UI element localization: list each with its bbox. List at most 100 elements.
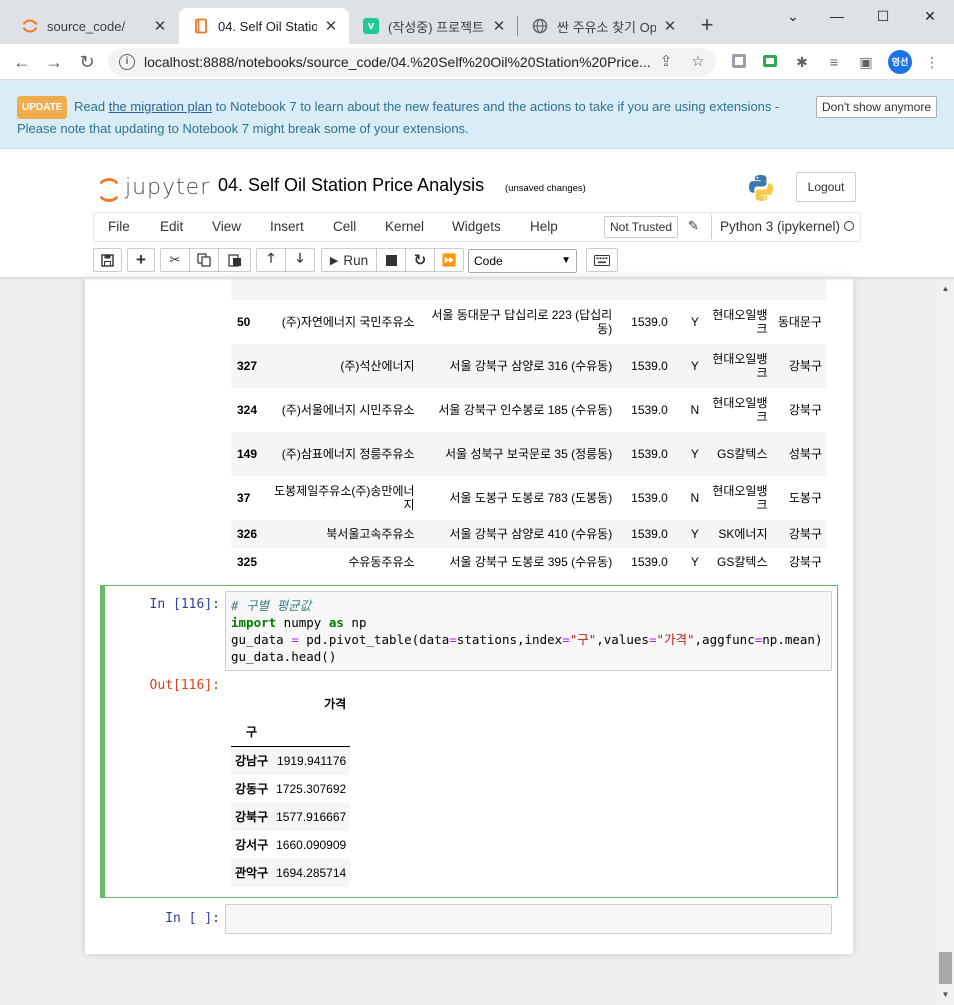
update-text: Read <box>74 99 109 114</box>
toolbar-shadow <box>0 277 954 281</box>
row-index: 50 <box>237 315 251 329</box>
media-queue-icon[interactable]: ≡ <box>824 52 844 72</box>
restart-button[interactable]: ↻ <box>405 248 435 272</box>
menu-help[interactable]: Help <box>530 219 558 234</box>
url-text[interactable]: localhost:8888/notebooks/source_code/04.… <box>144 54 654 70</box>
forward-icon[interactable]: → <box>42 50 66 74</box>
code-keyword: import <box>231 615 277 630</box>
dont-show-anymore-button[interactable]: Don't show anymore <box>816 96 937 118</box>
menu-insert[interactable]: Insert <box>270 219 304 234</box>
gu-label: 강서구 <box>235 838 269 852</box>
chevron-down-icon: ▼ <box>561 255 571 266</box>
scrollbar-thumb[interactable] <box>939 952 952 984</box>
tab-velog[interactable]: v (작성중) 프로젝트3 ✕ <box>349 8 517 44</box>
gu-mean-value: 1725.307692 <box>276 782 347 796</box>
tab-source-code[interactable]: source_code/ ✕ <box>8 8 178 44</box>
station-address: 서울 강북구 삼양로 316 (수유동) <box>449 359 613 373</box>
station-brand: 현대오일뱅크 <box>712 352 768 380</box>
stop-icon <box>385 254 397 266</box>
new-tab-button[interactable]: + <box>695 12 719 40</box>
code-comment: # 구별 평균값 <box>231 598 312 613</box>
command-palette-button[interactable] <box>586 248 618 272</box>
station-self: Y <box>690 527 699 541</box>
paste-icon <box>227 254 241 267</box>
menu-view[interactable]: View <box>212 219 241 234</box>
omnibox[interactable]: i localhost:8888/notebooks/source_code/0… <box>108 48 716 76</box>
station-gu: 강북구 <box>788 555 822 569</box>
index-name-row: 구 <box>231 718 351 747</box>
kernel-name[interactable]: Python 3 (ipykernel) <box>720 219 840 234</box>
interrupt-button[interactable] <box>376 248 406 272</box>
close-icon[interactable]: ✕ <box>323 17 339 35</box>
tab-label: (작성중) 프로젝트3 <box>388 19 485 35</box>
code-editor[interactable]: # 구별 평균값 import numpy as np gu_data = pd… <box>225 591 832 671</box>
copy-button[interactable] <box>189 248 219 272</box>
extension-puzzle-photo-icon[interactable] <box>729 52 749 72</box>
cut-button[interactable]: ✂ <box>160 248 190 272</box>
menu-kernel[interactable]: Kernel <box>385 219 424 234</box>
velog-favicon-icon: v <box>363 18 379 34</box>
minimize-icon[interactable]: — <box>822 4 852 28</box>
scroll-up-icon[interactable]: ▲ <box>937 280 954 297</box>
table-row: 강동구 1725.307692 <box>231 775 350 803</box>
column-header: 가격 <box>324 697 347 711</box>
back-icon[interactable]: ← <box>10 50 34 74</box>
menu-widgets[interactable]: Widgets <box>452 219 501 234</box>
bookmark-star-icon[interactable]: ☆ <box>688 52 708 70</box>
side-panel-icon[interactable]: ▣ <box>856 52 876 72</box>
update-badge: UPDATE <box>17 96 68 119</box>
close-icon[interactable]: ✕ <box>152 17 168 35</box>
migration-plan-link[interactable]: the migration plan <box>109 99 212 114</box>
code-string: "가격" <box>656 632 695 647</box>
close-icon[interactable]: ✕ <box>491 17 507 35</box>
reload-icon[interactable]: ↻ <box>75 50 99 74</box>
gu-mean-value: 1919.941176 <box>277 754 347 768</box>
row-index: 325 <box>237 555 258 569</box>
station-self: Y <box>690 447 699 461</box>
row-index: 327 <box>237 359 258 373</box>
gu-label: 강북구 <box>235 810 269 824</box>
restart-run-all-button[interactable]: ⏩ <box>434 248 464 272</box>
move-up-button[interactable]: 🡑 <box>256 248 286 272</box>
menu-cell[interactable]: Cell <box>333 219 356 234</box>
menu-file[interactable]: File <box>108 219 130 234</box>
page-scrollbar[interactable]: ▲ ▼ <box>937 278 954 1005</box>
maximize-icon[interactable]: ☐ <box>868 4 898 28</box>
notebook-title[interactable]: 04. Self Oil Station Price Analysis <box>218 175 484 196</box>
station-gu: 강북구 <box>788 527 822 541</box>
extension-green-icon[interactable] <box>760 52 780 72</box>
not-trusted-button[interactable]: Not Trusted <box>604 216 678 238</box>
code-string: "구" <box>569 632 597 647</box>
code-text: pd.pivot_table(data <box>298 632 450 647</box>
code-operator: = <box>291 632 299 647</box>
site-info-icon[interactable]: i <box>119 54 135 70</box>
address-bar-row: ← → ↻ i localhost:8888/notebooks/source_… <box>0 44 954 80</box>
station-address: 서울 동대문구 답십리로 223 (답십리동) <box>431 308 613 336</box>
save-icon <box>101 253 114 267</box>
scroll-down-icon[interactable]: ▼ <box>937 986 954 1003</box>
insert-cell-button[interactable]: + <box>127 248 155 272</box>
run-button[interactable]: ▶ Run <box>321 248 377 272</box>
station-name: (주)자연에너지 국민주유소 <box>281 315 415 329</box>
tab-opinet[interactable]: 싼 주유소 찾기 Opi ✕ <box>518 8 688 44</box>
tab-search-chevron-icon[interactable]: ⌄ <box>778 4 808 28</box>
save-button[interactable] <box>93 248 122 272</box>
more-menu-icon[interactable]: ⋮ <box>922 52 942 72</box>
move-down-button[interactable]: 🡓 <box>285 248 315 272</box>
close-window-icon[interactable]: ✕ <box>915 4 945 28</box>
close-icon[interactable]: ✕ <box>662 17 678 35</box>
jupyter-logo[interactable]: jupyter <box>97 174 210 202</box>
edit-pencil-icon[interactable]: ✎ <box>688 218 699 234</box>
extensions-puzzle-icon[interactable]: ✱ <box>792 52 812 72</box>
paste-button[interactable] <box>218 248 251 272</box>
empty-code-editor[interactable] <box>225 904 832 934</box>
logout-button[interactable]: Logout <box>796 172 856 202</box>
profile-avatar[interactable]: 영선 <box>888 50 912 74</box>
gu-label: 강동구 <box>235 782 269 796</box>
tab-notebook[interactable]: 04. Self Oil Station ✕ <box>179 8 349 44</box>
menu-edit[interactable]: Edit <box>160 219 183 234</box>
code-operator: = <box>449 632 457 647</box>
table-row: 강서구 1660.090909 <box>231 831 350 859</box>
cell-type-select[interactable]: Code ▼ <box>468 249 577 273</box>
share-icon[interactable]: ⇪ <box>656 52 676 70</box>
